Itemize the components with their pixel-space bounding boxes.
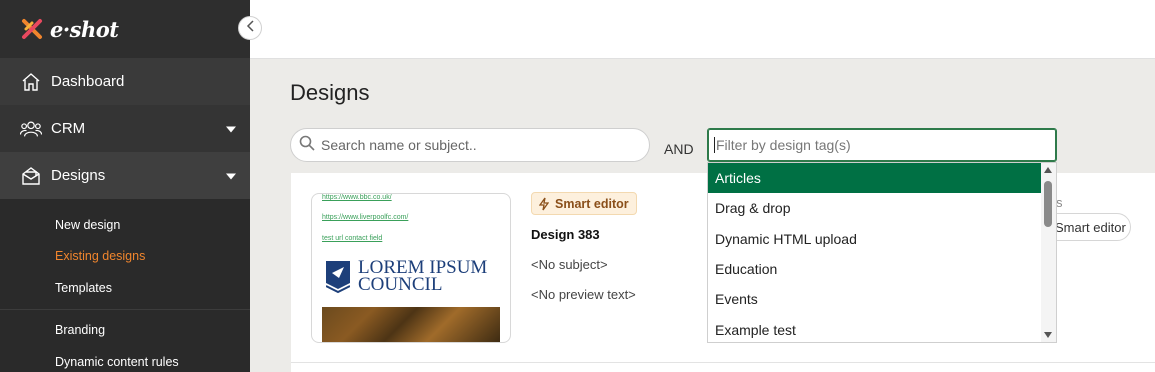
lightning-icon [539,197,549,211]
search-box[interactable] [290,128,650,162]
chevron-left-icon [246,19,254,37]
text-cursor [714,137,715,153]
subnav-divider [0,308,250,310]
dropdown-scrollbar[interactable] [1041,163,1056,342]
subnav-templates[interactable]: Templates [0,272,250,304]
tag-option-drag-drop[interactable]: Drag & drop [708,193,1042,223]
designs-subnav: New design Existing designs Templates Br… [0,199,250,372]
search-icon [299,135,315,156]
scrollbar-thumb[interactable] [1044,181,1052,227]
brand-name: e·shot [50,16,119,42]
thumbnail-link: test url contact field [322,235,383,242]
subnav-branding[interactable]: Branding [0,315,250,347]
tag-option-dynamic-html-upload[interactable]: Dynamic HTML upload [708,224,1042,254]
eshot-logo-icon [20,17,44,41]
top-header [250,0,1155,59]
design-subject: <No subject> [531,257,608,272]
thumbnail-link: https://www.liverpoolfc.com/ [322,214,409,221]
sidebar: e·shot Dashboard CRM Designs New design … [0,0,250,372]
scroll-down-icon[interactable] [1044,332,1052,338]
chevron-down-icon [226,167,236,184]
users-icon [20,118,42,140]
card-divider [291,362,1155,363]
tag-option-education[interactable]: Education [708,254,1042,284]
design-preview-text: <No preview text> [531,287,636,302]
sidebar-item-crm[interactable]: CRM [0,105,250,152]
logo[interactable]: e·shot [0,0,250,58]
tag-dropdown[interactable]: Articles Drag & drop Dynamic HTML upload… [707,162,1057,343]
sidebar-item-label: Dashboard [51,73,125,90]
subnav-new-design[interactable]: New design [0,209,250,241]
design-name[interactable]: Design 383 [531,227,600,242]
home-icon [20,71,42,93]
tag-option-example-test[interactable]: Example test [708,314,1042,342]
badge-label: Smart editor [555,196,629,211]
sidebar-item-label: CRM [51,120,86,137]
smart-editor-badge: Smart editor [531,192,637,215]
design-thumbnail[interactable]: https://www.bbc.co.uk/ https://www.liver… [311,193,511,343]
sidebar-item-designs[interactable]: Designs [0,152,250,199]
council-logo-icon [325,261,351,294]
subnav-existing-designs[interactable]: Existing designs [0,241,250,273]
envelope-icon [20,165,42,187]
council-logo-text: LOREM IPSUM COUNCIL [358,258,487,295]
subnav-dynamic-content-rules[interactable]: Dynamic content rules [0,346,250,372]
page-title: Designs [290,80,370,105]
chevron-down-icon [226,120,236,137]
tag-option-articles[interactable]: Articles [708,163,1042,194]
sidebar-item-dashboard[interactable]: Dashboard [0,58,250,105]
tag-option-events[interactable]: Events [708,284,1042,314]
collapse-sidebar-button[interactable] [238,16,262,40]
sidebar-item-label: Designs [51,167,106,184]
thumbnail-photo [322,307,500,342]
logo-line: COUNCIL [358,274,443,295]
scroll-up-icon[interactable] [1044,167,1052,173]
tag-filter[interactable] [707,128,1057,162]
and-label: AND [664,141,694,157]
tag-filter-input[interactable] [716,137,1036,153]
thumbnail-link: https://www.bbc.co.uk/ [322,194,392,201]
search-input[interactable] [321,137,621,153]
